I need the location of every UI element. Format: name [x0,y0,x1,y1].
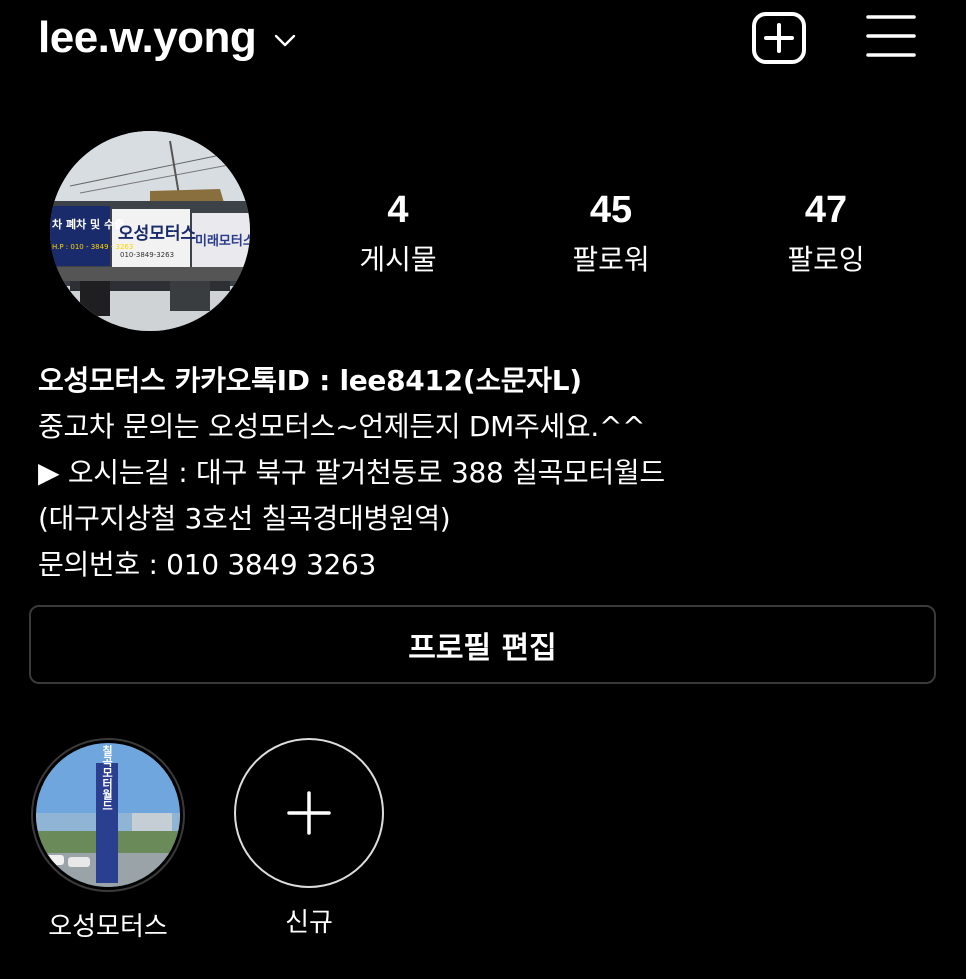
profile-bio: 오성모터스 카카오톡ID : lee8412(소문자L) 중고차 문의는 오성모… [38,358,938,588]
bio-line: ▶ 오시는길 : 대구 북구 팔거천동로 388 칠곡모터월드 [38,456,665,489]
followers-label: 팔로워 [572,243,650,276]
new-highlight-ring [234,738,384,888]
avatar-sign-3: 오성모터스 [118,224,197,244]
avatar-sign-2: H.P : 010 - 3849 - 3263 [52,243,133,251]
profile-avatar[interactable]: 차 폐차 및 수출 H.P : 010 - 3849 - 3263 오성모터스 … [50,131,250,331]
bio-line: 중고차 문의는 오성모터스~언제든지 DM주세요.^^ [38,410,646,443]
bio-line: (대구지상철 3호선 칠곡경대병원역) [38,502,451,535]
avatar-sign-1: 차 폐차 및 수출 [52,217,124,231]
highlight-ring: 칠곡모터월드 [31,738,185,892]
stat-followers[interactable]: 45 팔로워 [531,188,691,280]
edit-profile-label: 프로필 편집 [408,630,557,666]
account-switcher[interactable]: lee.w.yong [38,8,296,68]
posts-count: 4 [387,189,409,231]
bio-line: 문의번호 : 010 3849 3263 [38,548,377,581]
edit-profile-button[interactable]: 프로필 편집 [29,605,936,684]
highlight-sign-text: 칠곡모터월드 [101,744,114,811]
add-post-icon[interactable] [751,12,807,64]
avatar-photo: 차 폐차 및 수출 H.P : 010 - 3849 - 3263 오성모터스 … [50,131,250,331]
new-highlight-label: 신규 [285,908,333,938]
highlight-label: 오성모터스 [48,912,168,942]
top-bar: lee.w.yong [0,0,966,80]
avatar-sign-4: 010-3849-3263 [120,251,174,259]
menu-icon[interactable] [866,12,916,60]
followers-count: 45 [589,189,633,231]
story-highlight[interactable]: 칠곡모터월드 오성모터스 [28,738,188,943]
stat-posts[interactable]: 4 게시물 [318,188,478,280]
plus-icon [287,791,331,835]
following-count: 47 [804,189,848,231]
bio-name: 오성모터스 카카오톡ID : lee8412(소문자L) [38,364,582,397]
stat-following[interactable]: 47 팔로잉 [746,188,906,280]
highlight-thumbnail: 칠곡모터월드 [36,743,180,887]
avatar-sign-5: 미래모터스 [195,233,250,249]
posts-label: 게시물 [359,243,437,276]
following-label: 팔로잉 [787,243,865,276]
username: lee.w.yong [38,13,257,62]
new-highlight-button[interactable]: 신규 [229,738,389,939]
chevron-down-icon [275,34,296,47]
